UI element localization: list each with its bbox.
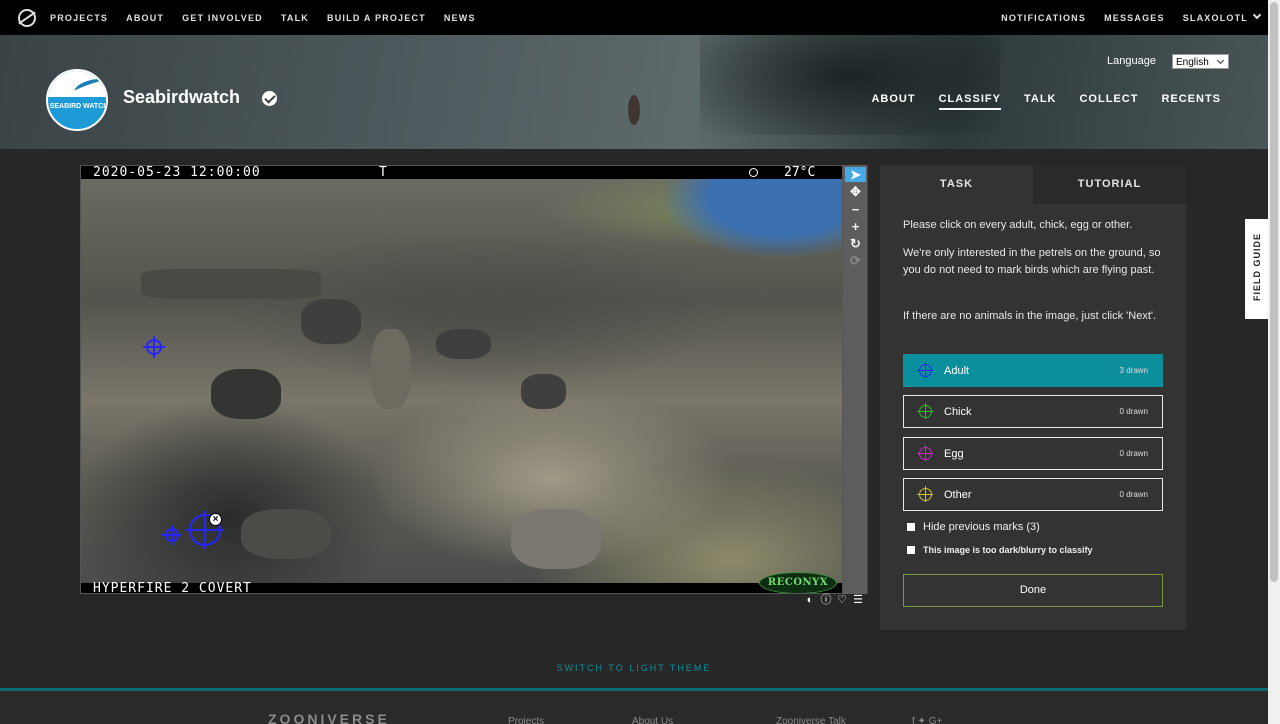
user-menu[interactable]: SLAXOLOTL — [1182, 10, 1262, 23]
moon-phase-icon — [749, 168, 758, 177]
too-dark-checkbox[interactable]: This image is too dark/blurry to classif… — [907, 545, 1093, 555]
tool-egg-button[interactable]: Egg 0 drawn — [903, 437, 1163, 470]
crosshair-icon — [917, 403, 933, 419]
temperature-readout: 27°C — [784, 165, 816, 180]
nav-build-a-project[interactable]: BUILD A PROJECT — [327, 13, 426, 23]
footer-link-talk[interactable]: Zooniverse Talk — [776, 716, 846, 724]
zoom-in-icon[interactable]: + — [845, 219, 866, 234]
tool-name: Other — [944, 488, 972, 501]
project-nav-recents[interactable]: RECENTS — [1161, 93, 1221, 110]
tool-count: 3 drawn — [1119, 366, 1148, 375]
crosshair-icon — [917, 486, 933, 502]
hide-marks-checkbox[interactable]: Hide previous marks (3) — [907, 521, 1040, 533]
header-bird-decoration — [628, 95, 640, 125]
task-instruction: Please click on every adult, chick, egg … — [903, 219, 1133, 231]
project-header: SEABIRD WATCH Seabirdwatch Language Engl… — [0, 35, 1268, 149]
tool-count: 0 drawn — [1119, 407, 1148, 416]
footer-link-projects[interactable]: Projects — [508, 716, 544, 724]
project-logo[interactable]: SEABIRD WATCH — [46, 69, 108, 131]
tool-count: 0 drawn — [1119, 449, 1148, 458]
zoom-out-icon[interactable]: − — [845, 202, 866, 217]
project-nav-about[interactable]: ABOUT — [871, 93, 915, 110]
field-guide-label: FIELD GUIDE — [1252, 233, 1262, 302]
checkbox-box[interactable] — [907, 523, 915, 531]
adult-mark[interactable] — [143, 336, 165, 358]
project-logo-text: SEABIRD WATCH — [49, 103, 108, 110]
camera-brand-logo: RECONYX — [759, 572, 837, 593]
subject-viewer[interactable]: 2020-05-23 12:00:00 T 27°C HYPERFIRE 2 C… — [80, 165, 843, 594]
tool-name: Adult — [944, 364, 970, 377]
verified-badge-icon — [262, 91, 277, 106]
header-background — [700, 35, 1000, 135]
hide-marks-label: Hide previous marks (3) — [923, 521, 1040, 533]
project-nav-talk[interactable]: TALK — [1024, 93, 1057, 110]
collect-icon[interactable]: ☰ — [852, 594, 864, 606]
project-nav-collect[interactable]: COLLECT — [1079, 93, 1138, 110]
footer-social-icons[interactable]: f ✦ G+ — [912, 716, 942, 724]
zooniverse-topbar: PROJECTS ABOUT GET INVOLVED TALK BUILD A… — [0, 0, 1268, 35]
footer-link-about-us[interactable]: About Us — [632, 716, 673, 724]
tool-other-button[interactable]: Other 0 drawn — [903, 478, 1163, 511]
nav-get-involved[interactable]: GET INVOLVED — [182, 13, 263, 23]
task-tabs: TASK TUTORIAL — [880, 165, 1186, 204]
favorite-icon[interactable]: ♡ — [836, 594, 848, 606]
camera-model: HYPERFIRE 2 COVERT — [93, 581, 252, 594]
tool-adult-button[interactable]: Adult 3 drawn — [903, 354, 1163, 387]
tool-name: Egg — [944, 447, 964, 460]
footer-zooniverse-logo[interactable]: ZOONIVERSE — [268, 711, 390, 724]
adult-mark[interactable] — [162, 525, 182, 545]
checkbox-box[interactable] — [907, 546, 915, 554]
rotate-icon[interactable]: ↻ — [845, 236, 866, 251]
messages-link[interactable]: MESSAGES — [1104, 13, 1165, 23]
nav-talk[interactable]: TALK — [281, 13, 309, 23]
done-button[interactable]: Done — [903, 574, 1163, 607]
reset-view-icon[interactable]: ⟳ — [845, 253, 866, 268]
tab-task[interactable]: TASK — [880, 165, 1033, 204]
tool-count: 0 drawn — [1119, 490, 1148, 499]
nav-news[interactable]: NEWS — [444, 13, 476, 23]
subject-meta-tools: ◐ ⓘ ♡ ☰ — [804, 594, 864, 606]
camera-model-bar: HYPERFIRE 2 COVERT — [81, 581, 842, 594]
pointer-tool-icon[interactable]: ➤ — [845, 167, 866, 182]
language-select[interactable]: English — [1172, 54, 1229, 69]
task-instruction: We're only interested in the petrels on … — [903, 247, 1161, 276]
info-icon[interactable]: ⓘ — [820, 594, 832, 606]
project-nav-classify[interactable]: CLASSIFY — [938, 93, 1001, 110]
invert-icon[interactable]: ◐ — [804, 594, 816, 606]
notifications-link[interactable]: NOTIFICATIONS — [1001, 13, 1086, 23]
tool-chick-button[interactable]: Chick 0 drawn — [903, 395, 1163, 428]
crosshair-icon — [917, 445, 933, 461]
delete-mark-icon[interactable]: × — [209, 513, 222, 526]
tab-tutorial[interactable]: TUTORIAL — [1033, 165, 1186, 204]
pan-tool-icon[interactable]: ✥ — [845, 184, 866, 199]
chevron-down-icon — [1252, 10, 1262, 20]
field-guide-button[interactable]: FIELD GUIDE — [1245, 219, 1268, 319]
nav-projects[interactable]: PROJECTS — [50, 13, 108, 23]
too-dark-label: This image is too dark/blurry to classif… — [923, 545, 1093, 555]
trigger-marker: T — [379, 165, 387, 180]
viewer-toolbar: ➤ ✥ − + ↻ ⟳ — [843, 165, 868, 594]
nav-about[interactable]: ABOUT — [126, 13, 164, 23]
page-scrollbar[interactable] — [1268, 0, 1280, 724]
project-title[interactable]: Seabirdwatch — [123, 87, 240, 108]
scrollbar-thumb[interactable] — [1270, 2, 1278, 582]
footer: ZOONIVERSE Projects About Us Zooniverse … — [0, 688, 1268, 724]
task-instruction: If there are no animals in the image, ju… — [903, 310, 1157, 322]
capture-timestamp: 2020-05-23 12:00:00 — [93, 165, 261, 180]
tool-name: Chick — [944, 405, 972, 418]
task-panel: TASK TUTORIAL Please click on every adul… — [880, 165, 1186, 630]
switch-theme-link[interactable]: SWITCH TO LIGHT THEME — [0, 663, 1268, 673]
site-nav: PROJECTS ABOUT GET INVOLVED TALK BUILD A… — [50, 13, 494, 23]
camera-info-bar: 2020-05-23 12:00:00 T 27°C — [81, 165, 842, 180]
username: SLAXOLOTL — [1182, 13, 1248, 23]
crosshair-icon — [917, 362, 933, 378]
user-nav: NOTIFICATIONS MESSAGES SLAXOLOTL — [983, 10, 1262, 23]
language-label: Language — [1107, 55, 1156, 67]
project-nav: ABOUT CLASSIFY TALK COLLECT RECENTS — [848, 93, 1221, 110]
zooniverse-logo-icon[interactable] — [18, 8, 36, 27]
